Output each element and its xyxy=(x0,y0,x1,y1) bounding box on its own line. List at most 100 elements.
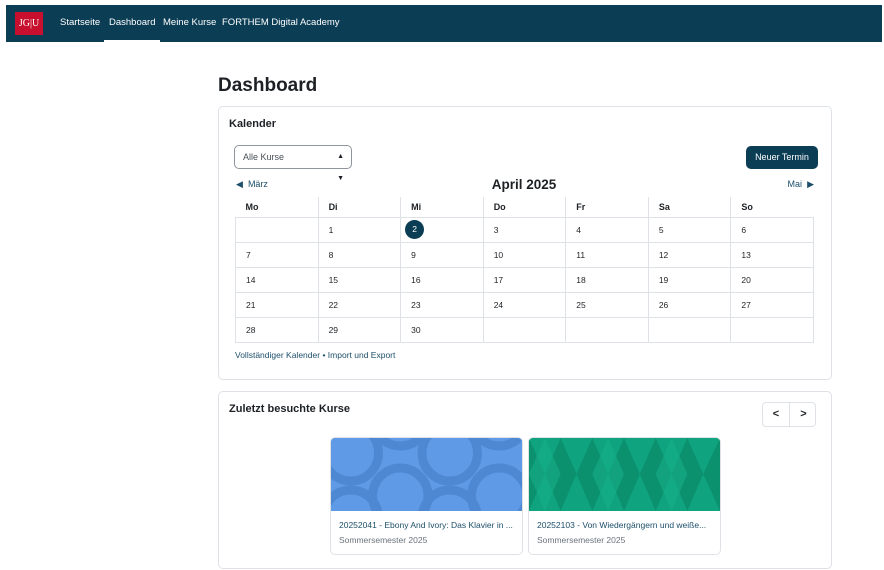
calendar-day-number: 19 xyxy=(658,274,669,285)
calendar-day-cell[interactable]: 21 xyxy=(235,291,319,318)
calendar-day-cell[interactable]: 11 xyxy=(565,241,649,268)
calendar-day-cell[interactable]: 30 xyxy=(400,316,484,343)
calendar-day-number: 6 xyxy=(741,224,747,235)
calendar-day-number: 26 xyxy=(658,299,669,310)
nav-forthem-digital-academy[interactable]: FORTHEM Digital Academy xyxy=(222,5,340,42)
weekday-header: Sa xyxy=(648,197,732,217)
calendar-day-cell[interactable]: 3 xyxy=(482,216,567,243)
calendar-week-row: 1 2 3 4 5 6 xyxy=(235,216,814,243)
calendar-day-number: 27 xyxy=(741,299,751,310)
calendar-day-cell[interactable]: 16 xyxy=(400,266,484,293)
course-name-link[interactable]: 20252103 - Von Wiedergängern und weiße..… xyxy=(537,520,715,530)
calendar-day-cell[interactable]: 28 xyxy=(235,316,319,343)
chevron-left-icon[interactable]: < xyxy=(763,403,790,426)
calendar-day-cell[interactable]: 8 xyxy=(317,241,402,268)
calendar-day-number: 7 xyxy=(246,249,251,260)
calendar-day-number: 16 xyxy=(411,274,421,285)
new-event-button[interactable]: Neuer Termin xyxy=(746,146,818,169)
calendar-day-number: 14 xyxy=(246,274,256,285)
calendar-day-cell[interactable]: 7 xyxy=(235,241,319,268)
calendar-empty-cell xyxy=(647,316,732,343)
calendar-day-cell[interactable]: 17 xyxy=(482,266,567,293)
course-name-link[interactable]: 20252041 - Ebony And Ivory: Das Klavier … xyxy=(339,520,517,530)
course-filter-select[interactable]: Alle Kurse ▲ ▼ xyxy=(234,145,352,182)
course-card[interactable]: 20252041 - Ebony And Ivory: Das Klavier … xyxy=(330,437,523,555)
calendar-day-number: 21 xyxy=(246,299,256,310)
calendar-day-cell[interactable]: 13 xyxy=(730,241,814,268)
calendar-day-cell[interactable]: 20 xyxy=(730,266,814,293)
calendar-week-row: 7 8 9 10 11 12 13 xyxy=(235,241,814,268)
page-title: Dashboard xyxy=(218,75,318,96)
calendar-day-cell[interactable]: 26 xyxy=(647,291,732,318)
calendar-day-number: 12 xyxy=(658,249,669,260)
calendar-week-row: 28 29 30 xyxy=(235,316,814,343)
calendar-day-number: 30 xyxy=(411,324,421,335)
calendar-day-number: 10 xyxy=(493,249,504,260)
prev-month-link[interactable]: ◀ März xyxy=(236,179,268,190)
calendar-empty-cell xyxy=(482,316,567,343)
course-term: Sommersemester 2025 xyxy=(537,535,626,545)
calendar-day-cell[interactable]: 18 xyxy=(565,266,649,293)
import-export-link[interactable]: Import und Export xyxy=(328,350,396,360)
next-month-link[interactable]: Mai ▶ xyxy=(788,179,814,190)
weekday-header: Fr xyxy=(565,197,649,217)
arrow-left-icon: ◀ xyxy=(236,179,243,189)
calendar-grid: Mo Di Mi Do Fr Sa So 1 2 3 4 5 6 7 8 9 10 11 12 13 14… xyxy=(235,197,814,343)
chevron-right-icon[interactable]: > xyxy=(790,403,817,426)
calendar-day-cell[interactable]: 5 xyxy=(647,216,732,243)
weekday-header: Di xyxy=(318,197,402,217)
link-separator: • xyxy=(322,350,326,360)
weekday-header: So xyxy=(741,201,753,212)
calendar-day-number: 22 xyxy=(328,299,339,310)
calendar-day-cell[interactable]: 29 xyxy=(317,316,402,343)
nav-startseite[interactable]: Startseite xyxy=(60,5,100,42)
calendar-title: Kalender xyxy=(229,118,277,130)
course-card[interactable]: 20252103 - Von Wiedergängern und weiße..… xyxy=(528,437,721,555)
calendar-day-cell[interactable]: 2 xyxy=(400,216,484,243)
university-logo[interactable]: JG|U xyxy=(15,12,43,35)
weekday-header: Do xyxy=(483,197,567,217)
recent-courses-card xyxy=(218,391,832,569)
calendar-day-number: 17 xyxy=(493,274,504,285)
calendar-day-number: 23 xyxy=(411,299,421,310)
calendar-day-number: 8 xyxy=(328,249,334,260)
prev-month-label: März xyxy=(247,179,268,189)
calendar-day-cell[interactable]: 27 xyxy=(730,291,814,318)
calendar-day-cell[interactable]: 19 xyxy=(647,266,732,293)
calendar-day-cell[interactable]: 22 xyxy=(317,291,402,318)
calendar-day-number: 4 xyxy=(576,224,581,235)
calendar-day-number: 5 xyxy=(658,224,664,235)
calendar-day-cell[interactable]: 14 xyxy=(235,266,319,293)
month-title: April 2025 xyxy=(491,177,557,192)
calendar-day-cell[interactable]: 6 xyxy=(730,216,814,243)
calendar-day-cell[interactable]: 15 xyxy=(317,266,402,293)
calendar-day-number: 29 xyxy=(328,324,339,335)
calendar-day-cell[interactable]: 25 xyxy=(565,291,649,318)
calendar-day-cell[interactable]: 10 xyxy=(482,241,567,268)
calendar-day-number: 1 xyxy=(328,224,334,235)
full-calendar-link[interactable]: Vollständiger Kalender xyxy=(235,350,320,360)
weekday-header: Mi xyxy=(400,197,484,217)
calendar-day-cell[interactable]: 9 xyxy=(400,241,484,268)
calendar-day-cell[interactable]: 1 xyxy=(317,216,402,243)
calendar-day-cell[interactable]: 4 xyxy=(565,216,649,243)
calendar-day-number: 15 xyxy=(328,274,339,285)
nav-meine-kurse[interactable]: Meine Kurse xyxy=(163,5,216,42)
calendar-day-cell[interactable]: 23 xyxy=(400,291,484,318)
calendar-day-number: 3 xyxy=(493,224,499,235)
course-pattern-image xyxy=(331,438,522,511)
course-term: Sommersemester 2025 xyxy=(339,535,428,545)
calendar-today-marker: 2 xyxy=(405,220,425,239)
top-navbar: JG|U Startseite Dashboard Meine Kurse FO… xyxy=(6,5,882,42)
calendar-day-number: 9 xyxy=(411,249,416,260)
course-pattern-image xyxy=(529,438,720,511)
nav-dashboard[interactable]: Dashboard xyxy=(103,5,162,42)
arrow-right-icon: ▶ xyxy=(807,179,814,189)
calendar-day-number: 18 xyxy=(576,274,586,285)
calendar-day-cell[interactable]: 12 xyxy=(647,241,732,268)
calendar-empty-cell xyxy=(235,216,319,243)
next-month-label: Mai xyxy=(787,179,803,189)
calendar-day-number: 24 xyxy=(493,299,504,310)
calendar-day-cell[interactable]: 24 xyxy=(482,291,567,318)
calendar-footer-links: Vollständiger Kalender • Import und Expo… xyxy=(235,350,395,360)
